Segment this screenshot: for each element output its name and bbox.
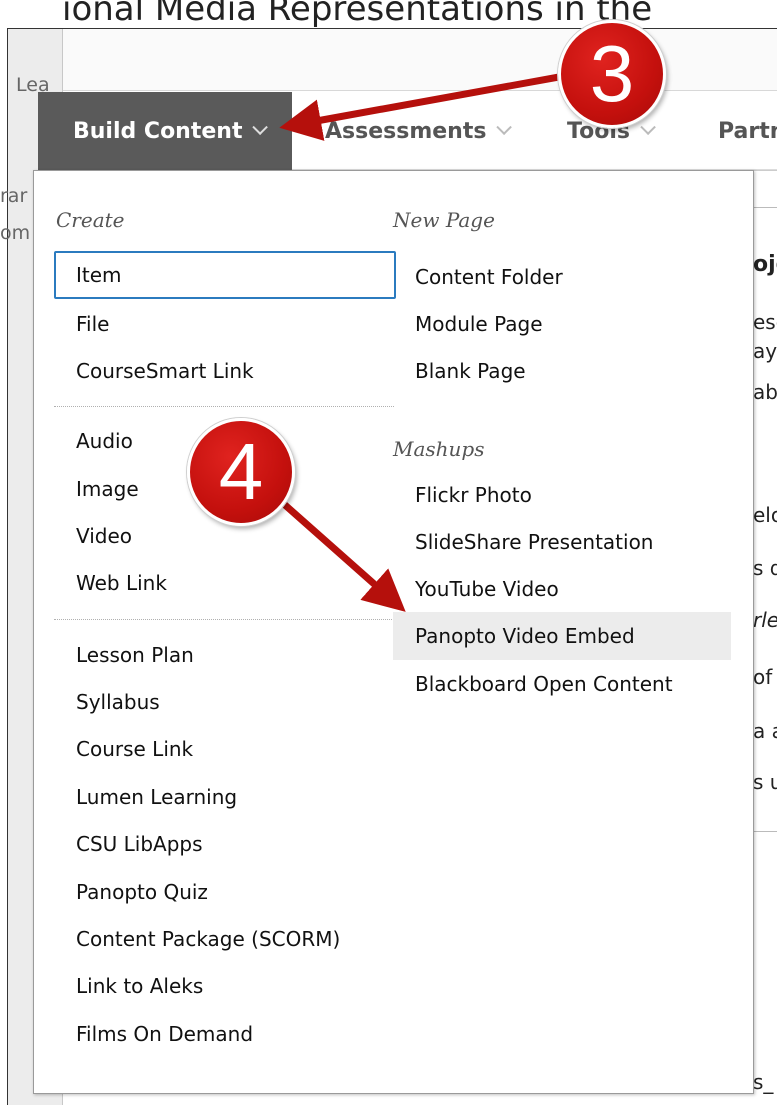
step-4-badge: 4 xyxy=(187,418,295,526)
left-fragment: rar xyxy=(0,185,28,207)
menu-item-blackboard-open-content[interactable]: Blackboard Open Content xyxy=(393,660,731,708)
menu-item-course-link[interactable]: Course Link xyxy=(54,725,396,773)
content-text-fragment: s u xyxy=(753,770,777,794)
content-text-fragment: ay xyxy=(753,339,777,363)
build-content-dropdown: Create Item File CourseSmart Link Audio … xyxy=(33,170,754,1094)
content-text-fragment: elo xyxy=(753,503,777,527)
page-title-fragment: ional Media Representations in the xyxy=(62,0,653,28)
step-number: 3 xyxy=(589,29,635,118)
divider xyxy=(753,831,777,832)
step-3-badge: 3 xyxy=(558,20,666,128)
content-text-fragment: ab xyxy=(753,380,777,404)
menu-item-blank-page[interactable]: Blank Page xyxy=(393,347,731,395)
menu-separator xyxy=(54,619,394,620)
content-text-fragment: a a xyxy=(753,719,777,743)
content-heading-fragment: oje xyxy=(753,252,777,277)
menu-item-module-page[interactable]: Module Page xyxy=(393,300,731,348)
tab-assessments[interactable]: Assessments xyxy=(325,92,513,170)
left-fragment: om xyxy=(0,222,31,244)
menu-item-web-link[interactable]: Web Link xyxy=(54,559,396,607)
section-heading-new-page: New Page xyxy=(393,208,495,232)
chevron-down-icon xyxy=(640,118,656,135)
menu-item-youtube-video[interactable]: YouTube Video xyxy=(393,565,731,613)
content-text-fragment: s_ xyxy=(753,1070,774,1094)
menu-item-item[interactable]: Item xyxy=(54,251,396,299)
menu-separator xyxy=(54,406,394,407)
menu-item-syllabus[interactable]: Syllabus xyxy=(54,678,396,726)
menu-item-slideshare-presentation[interactable]: SlideShare Presentation xyxy=(393,518,731,566)
chevron-down-icon xyxy=(496,118,513,135)
menu-item-lesson-plan[interactable]: Lesson Plan xyxy=(54,631,396,679)
content-text-fragment: s d xyxy=(753,556,777,580)
section-heading-mashups: Mashups xyxy=(393,437,485,461)
section-heading-create: Create xyxy=(56,208,125,232)
menu-item-file[interactable]: File xyxy=(54,300,396,348)
menu-item-panopto-quiz[interactable]: Panopto Quiz xyxy=(54,868,396,916)
menu-item-content-folder[interactable]: Content Folder xyxy=(393,253,731,301)
menu-item-coursesmart-link[interactable]: CourseSmart Link xyxy=(54,347,396,395)
tab-label: Build Content xyxy=(73,118,243,144)
divider xyxy=(753,207,777,208)
tab-label: Assessments xyxy=(325,118,487,144)
content-text-fragment: ese xyxy=(753,310,777,334)
content-text-fragment: rle xyxy=(753,608,777,632)
menu-item-lumen-learning[interactable]: Lumen Learning xyxy=(54,773,396,821)
tab-label: Partn xyxy=(718,118,777,144)
menu-item-films-on-demand[interactable]: Films On Demand xyxy=(54,1010,396,1058)
breadcrumb-bar xyxy=(63,29,777,91)
content-text-fragment: of xyxy=(753,665,773,689)
tab-build-content[interactable]: Build Content xyxy=(38,92,292,170)
chevron-down-icon xyxy=(252,118,269,135)
menu-item-flickr-photo[interactable]: Flickr Photo xyxy=(393,471,731,519)
menu-item-link-to-aleks[interactable]: Link to Aleks xyxy=(54,962,396,1010)
tab-partner[interactable]: Partn xyxy=(718,92,777,170)
menu-item-content-package-scorm[interactable]: Content Package (SCORM) xyxy=(54,915,396,963)
menu-item-panopto-video-embed[interactable]: Panopto Video Embed xyxy=(393,612,731,660)
step-number: 4 xyxy=(218,427,264,516)
menu-item-csu-libapps[interactable]: CSU LibApps xyxy=(54,820,396,868)
